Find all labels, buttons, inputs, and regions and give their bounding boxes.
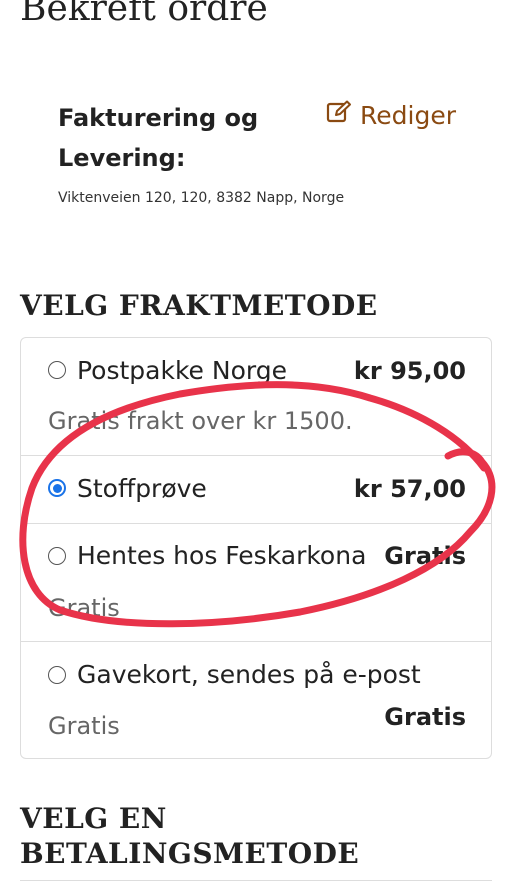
option-price-stoffprove: kr 57,00 xyxy=(353,475,466,503)
radio-gavekort[interactable] xyxy=(48,666,66,684)
edit-link[interactable]: Rediger xyxy=(326,100,456,130)
payment-heading-line2: BETALINGSMETODE xyxy=(20,837,360,870)
option-price-postpakke: kr 95,00 xyxy=(353,357,466,385)
option-desc-gavekort: Gratis xyxy=(48,712,120,740)
payment-box-top-border xyxy=(20,880,492,881)
radio-postpakke[interactable] xyxy=(48,361,66,379)
option-name-hentes[interactable]: Hentes hos Feskarkona xyxy=(77,541,366,570)
payment-heading: VELG EN BETALINGSMETODE xyxy=(20,801,359,871)
edit-icon xyxy=(326,100,352,130)
radio-hentes[interactable] xyxy=(48,547,66,565)
page-title: Bekreft ordre xyxy=(20,0,268,29)
radio-stoffprove[interactable] xyxy=(48,479,66,497)
edit-label: Rediger xyxy=(360,100,456,130)
shipping-heading: VELG FRAKTMETODE xyxy=(20,289,378,322)
option-name-postpakke[interactable]: Postpakke Norge xyxy=(77,356,287,385)
divider xyxy=(20,641,492,642)
option-price-gavekort: Gratis xyxy=(384,703,466,731)
billing-address: Viktenveien 120, 120, 8382 Napp, Norge xyxy=(58,190,345,206)
option-name-stoffprove[interactable]: Stoffprøve xyxy=(77,474,207,503)
option-price-hentes: Gratis xyxy=(384,542,466,570)
option-name-gavekort[interactable]: Gavekort, sendes på e-post xyxy=(77,660,421,689)
divider xyxy=(20,523,492,524)
payment-heading-line1: VELG EN xyxy=(20,802,167,835)
divider xyxy=(20,455,492,456)
billing-title: Fakturering og Levering: xyxy=(58,104,259,172)
option-desc-postpakke: Gratis frakt over kr 1500. xyxy=(48,407,353,435)
option-desc-hentes: Gratis xyxy=(48,594,120,622)
